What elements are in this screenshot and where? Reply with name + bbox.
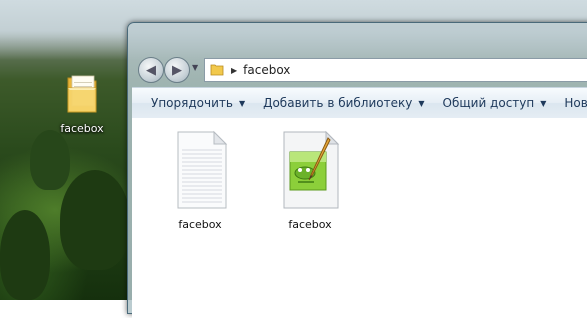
file-name: facebox <box>288 218 332 231</box>
file-item[interactable]: facebox <box>266 130 354 231</box>
desktop-folder-facebox[interactable]: facebox <box>54 72 110 135</box>
file-list-pane: facebox facebox <box>132 118 587 318</box>
chevron-down-icon: ▼ <box>540 98 547 108</box>
folder-icon <box>210 64 224 76</box>
address-path: facebox <box>243 63 291 77</box>
new-folder-label: Нов <box>564 96 587 110</box>
chevron-down-icon: ▼ <box>238 98 246 108</box>
recent-pages-dropdown-icon[interactable]: ▼ <box>192 63 198 72</box>
tree-shape <box>60 170 130 270</box>
address-bar[interactable]: ▶ facebox <box>204 58 587 82</box>
file-item[interactable]: facebox <box>156 130 244 231</box>
arrow-right-icon: ▶ <box>172 62 182 78</box>
notepad-plus-plus-document-icon <box>278 130 342 210</box>
include-in-library-menu[interactable]: Добавить в библиотеку ▼ <box>263 96 424 110</box>
share-with-menu[interactable]: Общий доступ ▼ <box>443 96 547 110</box>
organize-menu-label: Упорядочить <box>151 96 233 110</box>
share-with-label: Общий доступ <box>442 96 535 110</box>
text-document-icon <box>168 130 232 210</box>
new-folder-button[interactable]: Нов <box>564 96 587 110</box>
include-in-library-label: Добавить в библиотеку <box>263 96 413 110</box>
command-bar: Упорядочить ▼ Добавить в библиотеку ▼ Об… <box>132 87 587 119</box>
file-name: facebox <box>178 218 222 231</box>
back-button[interactable]: ◀ <box>138 57 164 83</box>
forward-button[interactable]: ▶ <box>164 57 190 83</box>
desktop-icon-label: facebox <box>60 122 104 135</box>
arrow-left-icon: ◀ <box>146 62 156 78</box>
tree-shape <box>0 210 50 300</box>
folder-icon <box>64 72 100 116</box>
chevron-down-icon: ▼ <box>418 98 425 108</box>
breadcrumb-arrow-icon[interactable]: ▶ <box>231 66 237 75</box>
tree-shape <box>30 130 70 190</box>
organize-menu[interactable]: Упорядочить ▼ <box>151 96 245 110</box>
navigation-bar: ◀ ▶ ▼ ▶ facebox <box>136 55 587 83</box>
explorer-window: ◀ ▶ ▼ ▶ facebox Упорядочить ▼ Добавить в… <box>127 22 587 318</box>
